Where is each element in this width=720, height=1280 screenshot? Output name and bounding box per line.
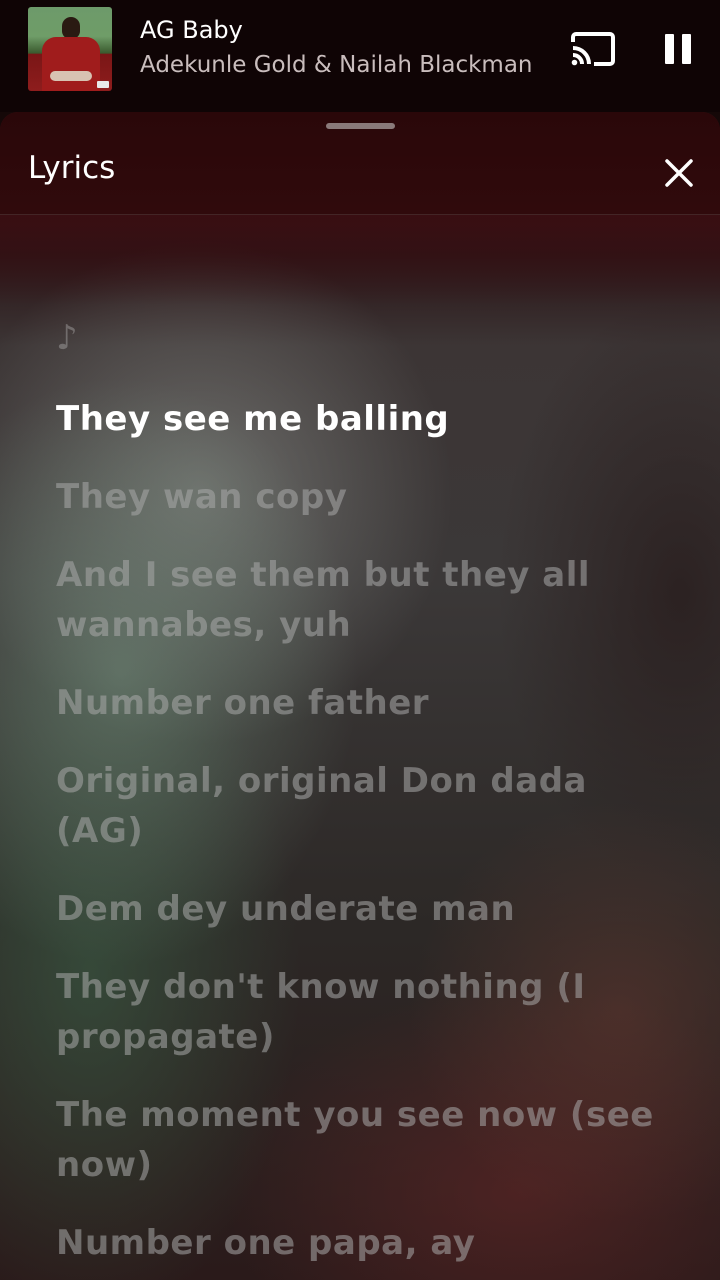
header-fade bbox=[0, 215, 720, 305]
lyric-line[interactable]: Number one papa, ay bbox=[56, 1218, 666, 1268]
album-art bbox=[28, 7, 112, 91]
cast-button[interactable] bbox=[570, 30, 616, 68]
track-artist: Adekunle Gold & Nailah Blackman bbox=[140, 52, 533, 78]
lyric-line[interactable]: Original, original Don dada (AG) bbox=[56, 756, 666, 856]
sheet-title: Lyrics bbox=[28, 150, 116, 186]
lyrics-sheet: Lyrics ♪ They see me balling They wan co… bbox=[0, 112, 720, 1280]
close-icon bbox=[665, 159, 693, 187]
cast-icon bbox=[571, 32, 615, 66]
sheet-header: Lyrics bbox=[0, 112, 720, 215]
lyric-line[interactable]: They wan copy bbox=[56, 472, 666, 522]
track-title: AG Baby bbox=[140, 16, 243, 44]
mini-player[interactable]: AG Baby Adekunle Gold & Nailah Blackman bbox=[0, 0, 720, 112]
lyrics-list: ♪ They see me balling They wan copy And … bbox=[56, 318, 666, 1280]
lyric-line[interactable]: The moment you see now (see now) bbox=[56, 1090, 666, 1190]
drag-handle[interactable] bbox=[326, 123, 395, 129]
close-button[interactable] bbox=[660, 154, 698, 192]
lyric-line[interactable]: Number one father bbox=[56, 678, 666, 728]
pause-icon bbox=[665, 34, 691, 64]
music-note-icon: ♪ bbox=[56, 318, 78, 358]
lyric-line[interactable]: And I see them but they all wannabes, yu… bbox=[56, 550, 666, 650]
lyric-line[interactable]: They don't know nothing (I propagate) bbox=[56, 962, 666, 1062]
pause-button[interactable] bbox=[662, 30, 696, 68]
lyric-line[interactable]: Dem dey underate man bbox=[56, 884, 666, 934]
lyrics-screen: AG Baby Adekunle Gold & Nailah Blackman … bbox=[0, 0, 720, 1280]
lyric-line-current[interactable]: They see me balling bbox=[56, 394, 666, 444]
